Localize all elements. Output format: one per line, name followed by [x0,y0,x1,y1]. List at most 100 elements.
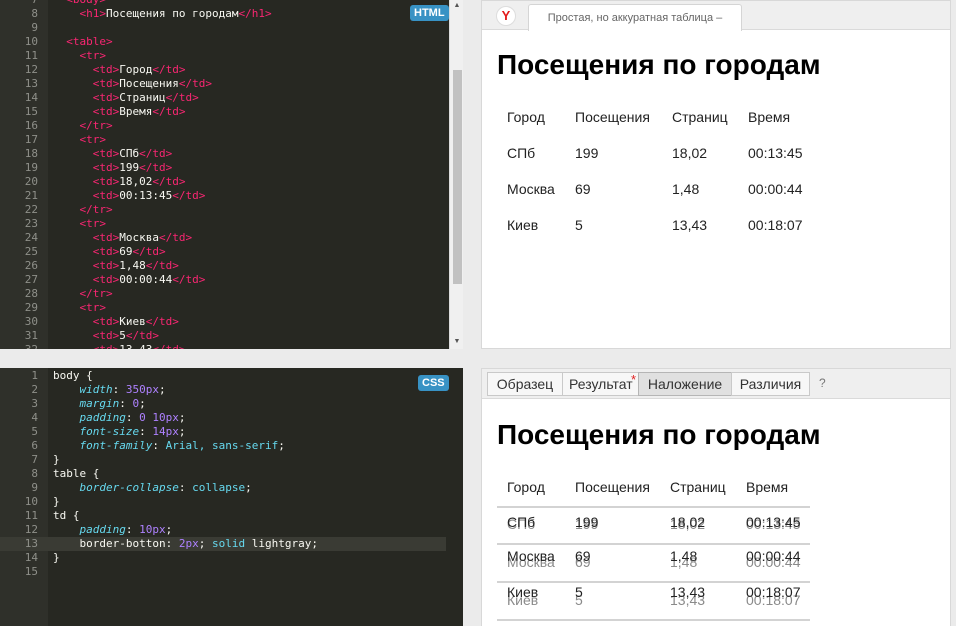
code-token: </td> [178,77,212,90]
code-token: td { [53,509,80,522]
code-token: </td> [132,245,166,258]
code-line[interactable]: 13 border-botton: 2px; solid lightgray; [0,537,446,551]
code-token: <td> [92,91,120,104]
code-line[interactable]: 21 <td>00:13:45</td> [0,189,206,203]
tab-label: Результат [569,376,633,392]
scroll-thumb[interactable] [453,70,462,284]
code-line[interactable]: 20 <td>18,02</td> [0,175,186,189]
code-line[interactable]: 10 <table> [0,35,113,49]
code-line[interactable]: 16 </tr> [0,119,113,133]
code-line[interactable]: 29 <tr> [0,301,106,315]
code-token: Страниц [119,91,166,104]
code-line[interactable]: 28 </tr> [0,287,113,301]
code-line[interactable]: 2 width: 350px; [0,383,165,397]
code-line[interactable]: 25 <td>69</td> [0,245,166,259]
code-token: </td> [152,105,186,118]
html-editor-scrollbar[interactable]: ▲ ▼ [449,0,463,349]
code-token: 00:00:44 [119,273,173,286]
code-token: body { [53,369,93,382]
code-line[interactable]: 18 <td>СПб</td> [0,147,173,161]
code-token: font-family [79,439,153,452]
line-number: 9 [31,481,38,494]
table-cell: Москва [507,548,555,564]
line-number: 13 [24,77,38,90]
code-line[interactable]: 23 <tr> [0,217,106,231]
line-number: 1 [31,369,38,382]
code-line[interactable]: 30 <td>Киев</td> [0,315,179,329]
code-line[interactable]: 6 font-family: Arial, sans-serif; [0,439,285,453]
line-number: 31 [24,329,38,342]
code-line[interactable]: 19 <td>199</td> [0,161,173,175]
scroll-down-arrow-icon[interactable]: ▼ [450,337,463,347]
code-token: 13,43 [119,343,152,349]
code-line[interactable]: 7 <body> [0,0,106,7]
line-number: 20 [24,175,38,188]
code-token: ; [178,411,186,424]
code-line[interactable]: 13 <td>Посещения</td> [0,77,212,91]
code-token: collapse [192,481,246,494]
table-cell: Посещения [575,109,650,125]
code-token: Киев [119,315,146,328]
line-number: 22 [24,203,38,216]
code-line[interactable]: 3 margin: 0; [0,397,145,411]
table-cell: 00:18:07 [746,584,801,600]
code-token: 1,48 [119,259,146,272]
table-cell: Время [748,109,791,125]
code-line[interactable]: 22 </tr> [0,203,113,217]
code-line[interactable]: 5 font-size: 14px; [0,425,185,439]
code-token: </td> [145,315,179,328]
code-line[interactable]: 8 <h1>Посещения по городам</h1> [0,7,271,21]
table-cell: 00:00:44 [748,181,803,197]
line-number: 13 [24,537,38,550]
line-number: 7 [31,453,38,466]
line-number: 12 [24,523,38,536]
tab-sample[interactable]: Образец [487,372,563,396]
code-token: </td> [139,147,173,160]
code-line[interactable]: 4 padding: 0 10px; [0,411,185,425]
code-token: : [112,383,126,396]
css-code-editor[interactable]: 1 body {2 width: 350px; 3 margin: 0; 4 padd… [0,368,463,626]
code-line[interactable]: 26 <td>1,48</td> [0,259,179,273]
browser-tab-bar: Y Простая, но аккуратная таблица – [482,1,950,31]
scroll-up-arrow-icon[interactable]: ▲ [450,1,463,11]
code-token: ; [278,439,285,452]
code-line[interactable]: 9 border-collapse: collapse; [0,481,251,495]
table-cell: 18,02 [670,514,706,530]
browser-tab[interactable]: Простая, но аккуратная таблица – [528,4,742,31]
table-cell: 00:18:07 [748,217,803,233]
code-token: </td> [145,259,179,272]
code-line[interactable]: 11 td { [0,509,80,523]
code-line[interactable]: 15 [0,565,53,579]
code-line[interactable]: 12 padding: 10px; [0,523,172,537]
tab-overlay[interactable]: Наложение [638,372,732,396]
code-line[interactable]: 14} [0,551,60,565]
code-line[interactable]: 1 body { [0,369,93,383]
code-line[interactable]: 27 <td>00:00:44</td> [0,273,206,287]
code-line[interactable]: 32 <td>13,43</td> [0,343,186,349]
code-token: : [125,411,140,424]
code-line[interactable]: 14 <td>Страниц</td> [0,91,199,105]
code-line[interactable]: 15 <td>Время</td> [0,105,186,119]
line-number: 15 [24,565,38,578]
code-line[interactable]: 17 <tr> [0,133,106,147]
tab-result[interactable]: Результат * [562,372,639,396]
code-line[interactable]: 31 <td>5</td> [0,329,159,343]
table-cell: 199 [575,145,599,161]
table-cell: 5 [575,584,583,600]
code-line[interactable]: 8 table { [0,467,99,481]
tab-diff[interactable]: Различия [731,372,810,396]
line-number: 28 [24,287,38,300]
code-line[interactable]: 7} [0,453,59,467]
code-line[interactable]: 10} [0,495,60,509]
html-code-editor[interactable]: 7 <body>8 <h1>Посещения по городам</h1>9… [0,0,463,349]
code-line[interactable]: 9 [0,21,53,35]
line-number: 7 [0,0,38,7]
table-cell: Посещения [575,479,650,495]
code-token: border-collapse [79,481,179,494]
code-token: } [53,551,60,564]
code-line[interactable]: 11 <tr> [0,49,106,63]
code-line[interactable]: 12 <td>Город</td> [0,63,186,77]
code-line[interactable]: 24 <td>Москва</td> [0,231,192,245]
help-icon[interactable]: ? [819,376,826,390]
code-token: 199 [119,161,140,174]
